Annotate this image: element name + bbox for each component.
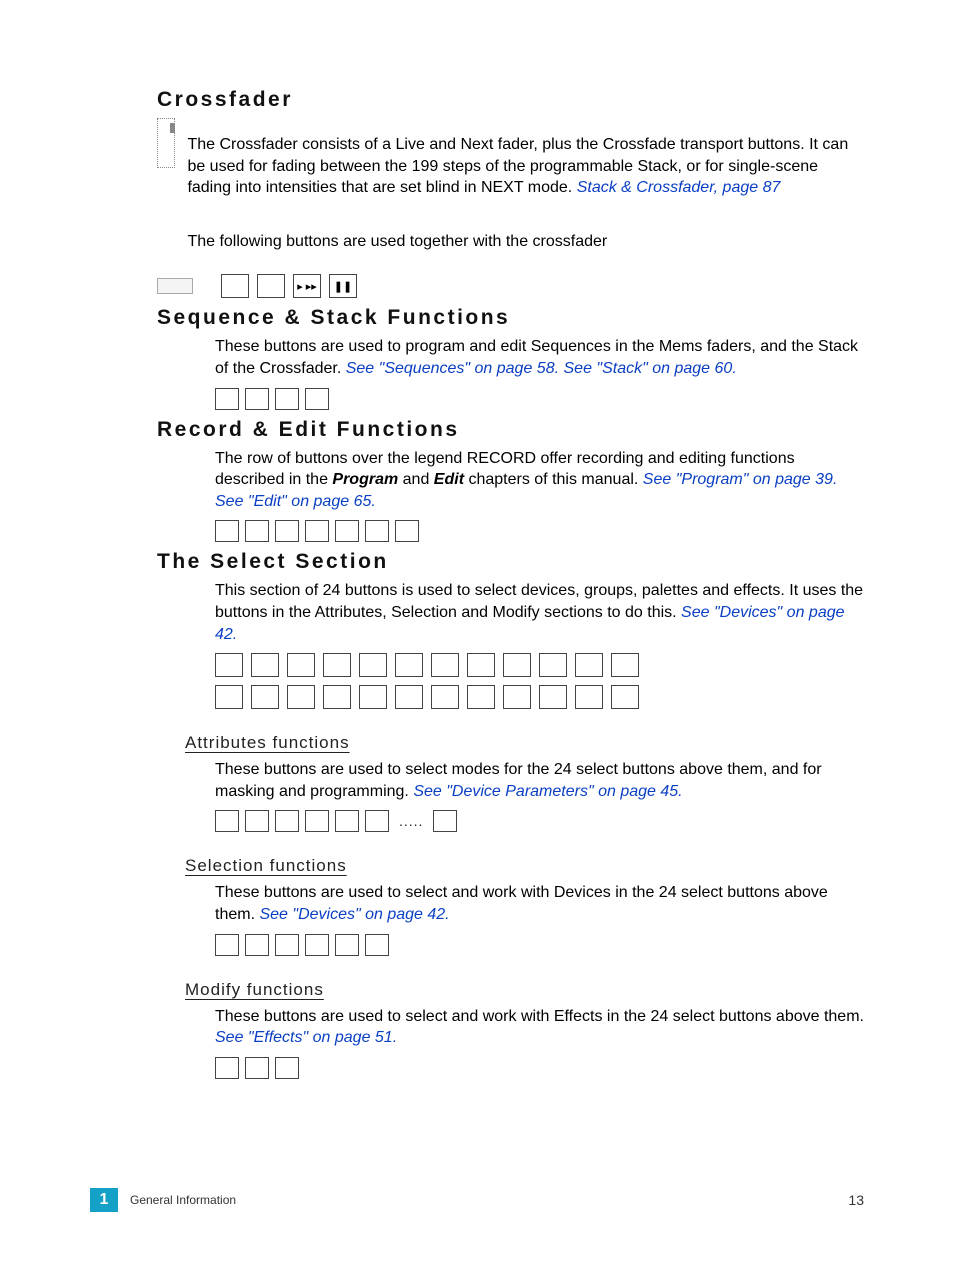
heading-attributes: Attributes functions xyxy=(185,733,864,753)
select-button-grid xyxy=(215,653,864,709)
select-button xyxy=(611,685,639,709)
button-box xyxy=(245,1057,269,1079)
legend-box-icon xyxy=(157,278,193,294)
record-para: The row of buttons over the legend RECOR… xyxy=(215,448,864,513)
select-button xyxy=(287,653,315,677)
transport-play-icon: ▸ ▸▸ xyxy=(293,274,321,298)
button-box xyxy=(305,520,329,542)
attributes-para: These buttons are used to select modes f… xyxy=(215,759,864,802)
modify-para: These buttons are used to select and wor… xyxy=(215,1006,864,1049)
page-footer: 1 General Information 13 xyxy=(0,1188,954,1212)
bold-edit: Edit xyxy=(434,471,464,488)
ellipsis: ..... xyxy=(395,813,427,829)
button-box xyxy=(275,520,299,542)
select-button xyxy=(251,685,279,709)
select-button xyxy=(611,653,639,677)
select-button xyxy=(323,685,351,709)
select-button xyxy=(539,685,567,709)
link-program[interactable]: See "Program" on page 39. xyxy=(643,471,838,488)
button-box xyxy=(365,934,389,956)
link-effects[interactable]: See "Effects" on page 51. xyxy=(215,1029,397,1046)
button-box xyxy=(335,810,359,832)
select-button xyxy=(539,653,567,677)
select-button xyxy=(395,685,423,709)
link-devices-2[interactable]: See "Devices" on page 42. xyxy=(259,906,449,923)
heading-selection: Selection functions xyxy=(185,856,864,876)
select-button xyxy=(215,685,243,709)
crossfader-para1: The Crossfader consists of a Live and Ne… xyxy=(187,134,864,199)
button-box xyxy=(395,520,419,542)
button-box xyxy=(215,810,239,832)
link-stack-crossfader[interactable]: Stack & Crossfader, page 87 xyxy=(577,179,781,196)
button-box xyxy=(245,810,269,832)
sequence-para: These buttons are used to program and ed… xyxy=(215,336,864,379)
record-btn-row xyxy=(215,520,864,542)
select-section-para: This section of 24 buttons is used to se… xyxy=(215,580,864,645)
bold-program: Program xyxy=(332,471,398,488)
select-button xyxy=(503,653,531,677)
link-stack[interactable]: See "Stack" on page 60. xyxy=(564,360,737,377)
heading-record: Record & Edit Functions xyxy=(157,418,864,442)
link-sequences[interactable]: See "Sequences" on page 58. xyxy=(346,360,559,377)
select-button xyxy=(467,653,495,677)
crossfader-para2: The following buttons are used together … xyxy=(187,231,864,253)
button-box xyxy=(215,1057,239,1079)
button-box xyxy=(245,934,269,956)
heading-sequence: Sequence & Stack Functions xyxy=(157,306,864,330)
attributes-btn-row: ..... xyxy=(215,810,864,832)
heading-crossfader: Crossfader xyxy=(157,88,864,112)
button-box xyxy=(215,934,239,956)
select-button xyxy=(575,685,603,709)
select-button xyxy=(503,685,531,709)
select-button xyxy=(359,685,387,709)
button-box xyxy=(215,388,239,410)
button-box xyxy=(305,934,329,956)
select-button xyxy=(467,685,495,709)
chapter-title: General Information xyxy=(130,1193,848,1207)
select-button xyxy=(215,653,243,677)
button-box xyxy=(245,388,269,410)
transport-pause-icon: ❚❚ xyxy=(329,274,357,298)
select-button xyxy=(431,653,459,677)
select-button xyxy=(359,653,387,677)
button-box xyxy=(335,934,359,956)
button-box xyxy=(305,810,329,832)
transport-btn-1 xyxy=(221,274,249,298)
button-box xyxy=(433,810,457,832)
button-box xyxy=(365,520,389,542)
page-number: 13 xyxy=(848,1192,864,1208)
selection-btn-row xyxy=(215,934,864,956)
heading-modify: Modify functions xyxy=(185,980,864,1000)
selection-para: These buttons are used to select and wor… xyxy=(215,882,864,925)
chapter-number-chip: 1 xyxy=(90,1188,118,1212)
sequence-btn-row xyxy=(215,388,864,410)
button-box xyxy=(305,388,329,410)
select-button xyxy=(395,653,423,677)
button-box xyxy=(275,810,299,832)
transport-btn-2 xyxy=(257,274,285,298)
button-box xyxy=(215,520,239,542)
select-button xyxy=(323,653,351,677)
select-button xyxy=(431,685,459,709)
button-box xyxy=(275,934,299,956)
crossfader-diagram-icon xyxy=(157,118,175,168)
select-button xyxy=(251,653,279,677)
modify-btn-row xyxy=(215,1057,864,1079)
button-box xyxy=(335,520,359,542)
select-button xyxy=(287,685,315,709)
button-box xyxy=(245,520,269,542)
crossfader-transport-row: ▸ ▸▸ ❚❚ xyxy=(157,274,864,298)
link-device-parameters[interactable]: See "Device Parameters" on page 45. xyxy=(413,783,682,800)
button-box xyxy=(365,810,389,832)
select-button xyxy=(575,653,603,677)
button-box xyxy=(275,1057,299,1079)
link-edit[interactable]: See "Edit" on page 65. xyxy=(215,493,376,510)
button-box xyxy=(275,388,299,410)
heading-select-section: The Select Section xyxy=(157,550,864,574)
